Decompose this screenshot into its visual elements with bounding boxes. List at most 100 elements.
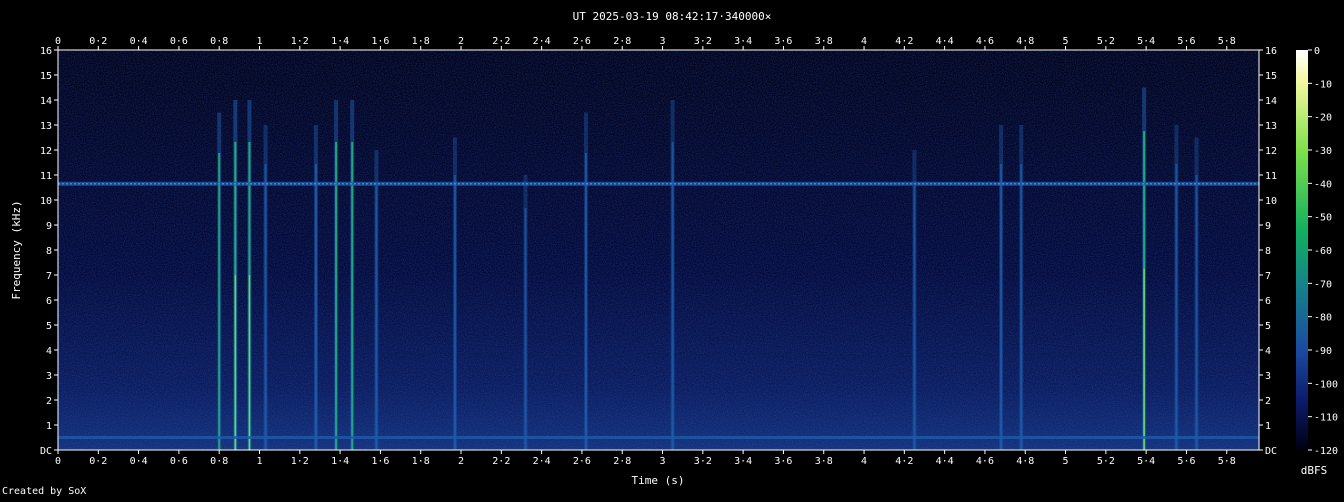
y-tick-left-label: 11 bbox=[40, 171, 52, 182]
x-tick-top-label: 1·4 bbox=[331, 36, 349, 47]
y-tick-left-label: 2 bbox=[46, 396, 52, 407]
y-tick-right-label: 14 bbox=[1265, 96, 1277, 107]
footer-credit: Created by SoX bbox=[2, 486, 86, 497]
x-tick-bottom-label: 4 bbox=[861, 456, 867, 467]
x-axis-bottom: 0 0·2 0·4 0·6 0·8 1 1·2 1·4 1·6 1·8 2 2·2 2·4 2·6 2·8 3… bbox=[55, 450, 1236, 467]
x-tick-bottom-label: 1 bbox=[256, 456, 262, 467]
colorbar-tick-label: -10 bbox=[1314, 79, 1332, 90]
x-tick-bottom-label: 2·6 bbox=[573, 456, 591, 467]
y-tick-right-label: 9 bbox=[1265, 221, 1271, 232]
colorbar-ticks: 0 -10 -20 -30 -40 -50 -60 -70 -80 -90 -100 -110 -120 bbox=[1308, 46, 1338, 457]
spectrogram-figure: UT 2025-03-19 08:42:17·340000× 0 0·2 0·4 0·… bbox=[0, 0, 1344, 498]
colorbar-gradient bbox=[1296, 50, 1308, 450]
chart-title: UT 2025-03-19 08:42:17·340000× bbox=[573, 10, 772, 23]
colorbar-tick-label: -90 bbox=[1314, 346, 1332, 357]
y-tick-left-label: 10 bbox=[40, 196, 52, 207]
x-tick-bottom-label: 0·8 bbox=[210, 456, 228, 467]
noise-grain bbox=[58, 50, 1259, 450]
y-tick-left-label: DC bbox=[40, 446, 52, 457]
x-tick-bottom-label: 0 bbox=[55, 456, 61, 467]
x-tick-top-label: 0·6 bbox=[170, 36, 188, 47]
x-tick-top-label: 3·8 bbox=[815, 36, 833, 47]
x-tick-top-label: 5 bbox=[1063, 36, 1069, 47]
y-axis-label: Frequency (kHz) bbox=[10, 200, 23, 299]
x-tick-bottom-label: 5·6 bbox=[1177, 456, 1195, 467]
x-tick-bottom-label: 5·2 bbox=[1097, 456, 1115, 467]
x-tick-top-label: 1·6 bbox=[371, 36, 389, 47]
y-tick-right-label: 8 bbox=[1265, 246, 1271, 257]
x-tick-top-label: 2·2 bbox=[492, 36, 510, 47]
x-tick-bottom-label: 1·2 bbox=[291, 456, 309, 467]
x-tick-top-label: 4·8 bbox=[1016, 36, 1034, 47]
x-tick-top-label: 2·6 bbox=[573, 36, 591, 47]
x-tick-bottom-label: 0·2 bbox=[89, 456, 107, 467]
colorbar-tick-label: 0 bbox=[1314, 46, 1320, 57]
spectrogram-svg: UT 2025-03-19 08:42:17·340000× 0 0·2 0·4 0·… bbox=[2, 10, 1338, 497]
colorbar-label: dBFS bbox=[1301, 464, 1328, 477]
colorbar-tick-label: -20 bbox=[1314, 113, 1332, 124]
x-tick-bottom-label: 3·4 bbox=[734, 456, 752, 467]
x-tick-bottom-label: 4·8 bbox=[1016, 456, 1034, 467]
x-tick-top-label: 2 bbox=[458, 36, 464, 47]
x-tick-bottom-label: 4·2 bbox=[895, 456, 913, 467]
y-tick-right-label: DC bbox=[1265, 446, 1277, 457]
x-tick-bottom-label: 2·2 bbox=[492, 456, 510, 467]
y-axis-right: DC12345678910111213141516 bbox=[1259, 46, 1277, 457]
x-axis-label: Time (s) bbox=[632, 474, 685, 487]
x-tick-top-label: 2·4 bbox=[533, 36, 551, 47]
y-tick-right-label: 12 bbox=[1265, 146, 1277, 157]
x-tick-top-label: 5·6 bbox=[1177, 36, 1195, 47]
x-tick-bottom-label: 1·6 bbox=[371, 456, 389, 467]
x-tick-top-label: 3 bbox=[660, 36, 666, 47]
y-tick-left-label: 3 bbox=[46, 371, 52, 382]
x-tick-bottom-label: 1·8 bbox=[412, 456, 430, 467]
colorbar-tick-label: -120 bbox=[1314, 446, 1338, 457]
y-tick-right-label: 11 bbox=[1265, 171, 1277, 182]
x-tick-bottom-label: 1·4 bbox=[331, 456, 349, 467]
y-tick-right-label: 6 bbox=[1265, 296, 1271, 307]
x-tick-bottom-label: 4·4 bbox=[936, 456, 954, 467]
colorbar-tick-label: -40 bbox=[1314, 179, 1332, 190]
x-tick-bottom-label: 5·4 bbox=[1137, 456, 1155, 467]
x-axis-top: 0 0·2 0·4 0·6 0·8 1 1·2 1·4 1·6 1·8 2 2·2 2·4 2·6 2·8 3… bbox=[55, 36, 1236, 50]
y-tick-right-label: 13 bbox=[1265, 121, 1277, 132]
y-tick-left-label: 6 bbox=[46, 296, 52, 307]
y-tick-right-label: 7 bbox=[1265, 271, 1271, 282]
y-tick-right-label: 1 bbox=[1265, 421, 1271, 432]
x-tick-bottom-label: 0·4 bbox=[130, 456, 148, 467]
y-tick-left-label: 8 bbox=[46, 246, 52, 257]
y-tick-left-label: 13 bbox=[40, 121, 52, 132]
colorbar-tick-label: -50 bbox=[1314, 213, 1332, 224]
y-tick-left-label: 14 bbox=[40, 96, 52, 107]
colorbar-tick-label: -100 bbox=[1314, 379, 1338, 390]
x-tick-bottom-label: 3·2 bbox=[694, 456, 712, 467]
y-tick-right-label: 3 bbox=[1265, 371, 1271, 382]
x-tick-bottom-label: 3·8 bbox=[815, 456, 833, 467]
x-tick-top-label: 5·4 bbox=[1137, 36, 1155, 47]
x-tick-top-label: 0·4 bbox=[130, 36, 148, 47]
x-tick-top-label: 1·8 bbox=[412, 36, 430, 47]
y-tick-left-label: 7 bbox=[46, 271, 52, 282]
y-tick-right-label: 4 bbox=[1265, 346, 1271, 357]
x-tick-bottom-label: 0·6 bbox=[170, 456, 188, 467]
colorbar: 0 -10 -20 -30 -40 -50 -60 -70 -80 -90 -100 -110 -120… bbox=[1296, 46, 1338, 477]
y-tick-left-label: 9 bbox=[46, 221, 52, 232]
x-tick-top-label: 5·2 bbox=[1097, 36, 1115, 47]
x-tick-bottom-label: 5·8 bbox=[1218, 456, 1236, 467]
x-tick-top-label: 0·8 bbox=[210, 36, 228, 47]
y-tick-right-label: 15 bbox=[1265, 71, 1277, 82]
y-axis-left: DC12345678910111213141516 bbox=[40, 46, 58, 457]
y-tick-left-label: 15 bbox=[40, 71, 52, 82]
colorbar-tick-label: -110 bbox=[1314, 413, 1338, 424]
y-tick-right-label: 10 bbox=[1265, 196, 1277, 207]
x-tick-top-label: 0·2 bbox=[89, 36, 107, 47]
colorbar-tick-label: -30 bbox=[1314, 146, 1332, 157]
y-tick-right-label: 2 bbox=[1265, 396, 1271, 407]
x-tick-bottom-label: 2·4 bbox=[533, 456, 551, 467]
y-tick-left-label: 4 bbox=[46, 346, 52, 357]
y-tick-right-label: 16 bbox=[1265, 46, 1277, 57]
x-tick-top-label: 4·2 bbox=[895, 36, 913, 47]
x-tick-top-label: 3·2 bbox=[694, 36, 712, 47]
colorbar-tick-label: -70 bbox=[1314, 279, 1332, 290]
colorbar-tick-label: -80 bbox=[1314, 313, 1332, 324]
